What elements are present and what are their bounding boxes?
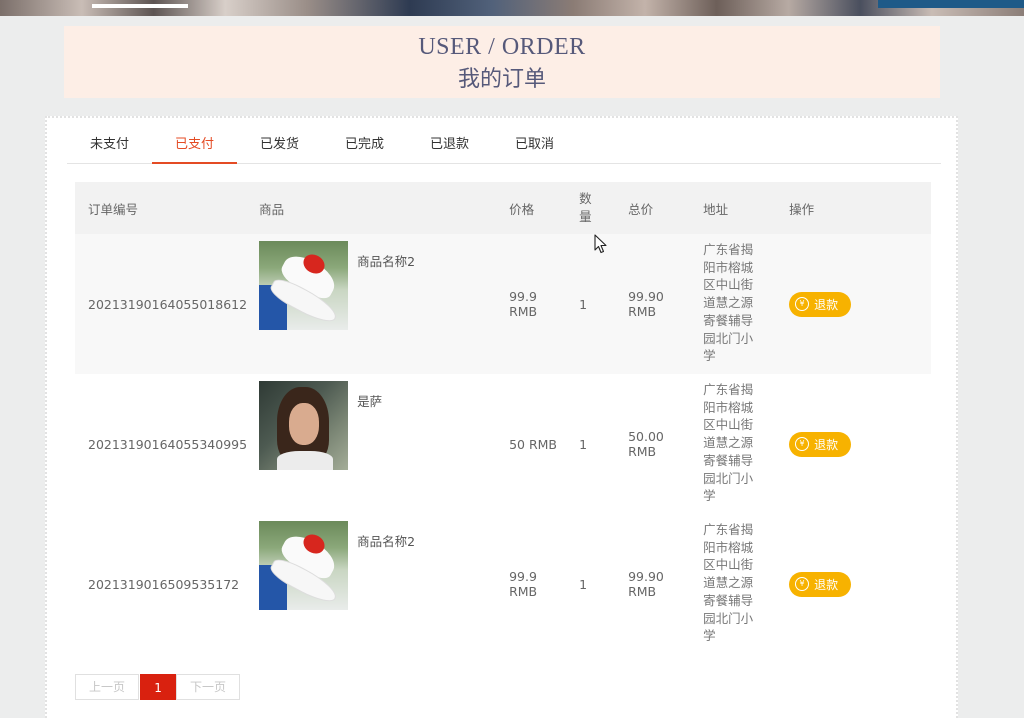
price: 99.9 RMB (503, 514, 574, 654)
product-image[interactable] (259, 521, 349, 610)
tab-cancelled[interactable]: 已取消 (492, 128, 577, 163)
address-cell: 广东省揭阳市榕城区中山街道慧之源寄餐辅导园北门小学 (697, 514, 784, 654)
address: 广东省揭阳市榕城区中山街道慧之源寄餐辅导园北门小学 (703, 382, 754, 504)
tab-paid[interactable]: 已支付 (152, 128, 237, 164)
product-image-shirt (277, 451, 334, 470)
tab-shipped[interactable]: 已发货 (237, 128, 322, 163)
banner-accent (878, 0, 1024, 8)
product-image[interactable] (259, 241, 349, 330)
quantity: 1 (573, 234, 623, 374)
yen-icon: ¥ (795, 577, 810, 591)
quantity: 1 (573, 514, 623, 654)
action-cell: ¥ 退款 (783, 234, 931, 374)
yen-icon: ¥ (795, 437, 810, 451)
page-title-cn: 我的订单 (457, 67, 546, 92)
order-id: 20213190164055340995 (75, 374, 254, 514)
price: 50 RMB (503, 374, 574, 514)
mouse-pointer-icon (594, 234, 607, 254)
product-cell: 商品名称2 (253, 234, 504, 374)
col-order-id: 订单编号 (75, 182, 254, 234)
page-number-button[interactable]: 1 (140, 674, 177, 700)
price: 99.9 RMB (503, 234, 574, 374)
total: 99.90 RMB (622, 514, 698, 654)
product-info: 是萨 (259, 374, 497, 514)
action-cell: ¥ 退款 (783, 514, 931, 654)
action-cell: ¥ 退款 (783, 374, 931, 514)
address-cell: 广东省揭阳市榕城区中山街道慧之源寄餐辅导园北门小学 (697, 374, 784, 514)
product-cell: 是萨 (253, 374, 504, 514)
yen-icon: ¥ (795, 297, 810, 311)
next-page-button[interactable]: 下一页 (176, 674, 241, 700)
pagination: 上一页 1 下一页 (75, 674, 241, 700)
refund-label: 退款 (814, 297, 839, 312)
tab-refunded[interactable]: 已退款 (407, 128, 492, 163)
product-image-face (289, 403, 320, 445)
product-info: 商品名称2 (259, 234, 497, 374)
table-row: 2021319016509535172 商品名称2 99.9 RMB 1 99.… (75, 514, 931, 654)
product-image[interactable] (259, 381, 349, 470)
refund-button[interactable]: ¥ 退款 (789, 571, 852, 597)
address: 广东省揭阳市榕城区中山街道慧之源寄餐辅导园北门小学 (703, 522, 754, 644)
orders-table: 订单编号 商品 价格 数量 总价 地址 操作 20213190164055018… (75, 182, 931, 654)
col-price: 价格 (503, 182, 574, 234)
page-header: USER / ORDER 我的订单 (64, 26, 940, 98)
col-qty: 数量 (573, 182, 623, 234)
address-cell: 广东省揭阳市榕城区中山街道慧之源寄餐辅导园北门小学 (697, 234, 784, 374)
total: 50.00 RMB (622, 374, 698, 514)
col-action: 操作 (783, 182, 931, 234)
refund-button[interactable]: ¥ 退款 (789, 291, 852, 317)
col-total: 总价 (622, 182, 698, 234)
product-name[interactable]: 商品名称2 (357, 531, 415, 550)
product-name[interactable]: 是萨 (357, 391, 382, 410)
refund-label: 退款 (814, 577, 839, 592)
refund-label: 退款 (814, 437, 839, 452)
product-name[interactable]: 商品名称2 (357, 251, 415, 270)
order-id: 2021319016509535172 (75, 514, 254, 654)
top-banner-strip (0, 0, 1024, 16)
tab-unpaid[interactable]: 未支付 (67, 128, 152, 163)
order-id: 20213190164055018612 (75, 234, 254, 374)
address: 广东省揭阳市榕城区中山街道慧之源寄餐辅导园北门小学 (703, 242, 754, 364)
product-info: 商品名称2 (259, 514, 497, 654)
orders-panel: 未支付 已支付 已发货 已完成 已退款 已取消 订单编号 商品 价格 数量 总价… (45, 116, 958, 718)
refund-button[interactable]: ¥ 退款 (789, 431, 852, 457)
banner-indicator[interactable] (92, 4, 188, 8)
total: 99.90 RMB (622, 234, 698, 374)
page-title-en: USER / ORDER (418, 34, 586, 60)
col-qty-label: 数量 (579, 191, 592, 224)
col-product: 商品 (253, 182, 504, 234)
col-address: 地址 (697, 182, 784, 234)
table-header-row: 订单编号 商品 价格 数量 总价 地址 操作 (75, 182, 931, 234)
quantity: 1 (573, 374, 623, 514)
table-row: 20213190164055340995 是萨 50 RMB 1 50.00 R… (75, 374, 931, 514)
order-status-tabs: 未支付 已支付 已发货 已完成 已退款 已取消 (67, 128, 941, 164)
prev-page-button[interactable]: 上一页 (75, 674, 140, 700)
product-cell: 商品名称2 (253, 514, 504, 654)
table-row: 20213190164055018612 商品名称2 99.9 RMB 1 99… (75, 234, 931, 374)
tab-completed[interactable]: 已完成 (322, 128, 407, 163)
